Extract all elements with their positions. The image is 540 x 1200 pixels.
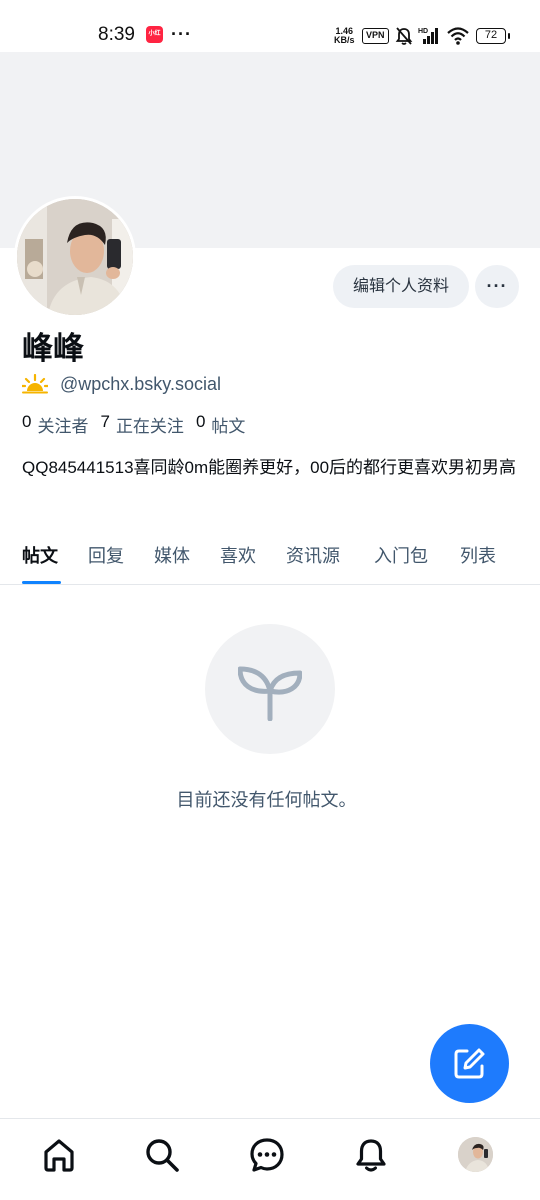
tab-media[interactable]: 媒体 — [154, 542, 190, 568]
followers-count[interactable]: 0 — [22, 412, 31, 437]
profile-stats: 0 关注者 7 正在关注 0 帖文 — [22, 412, 257, 437]
tab-starter-packs[interactable]: 入门包 — [374, 542, 428, 568]
empty-state-illustration — [205, 624, 335, 754]
svg-text:HD: HD — [418, 28, 428, 35]
signal-icon: HD — [418, 28, 438, 44]
posts-count: 0 — [195, 412, 206, 431]
followers-label[interactable]: 关注者 — [37, 412, 88, 437]
mute-bell-icon — [395, 27, 413, 45]
wifi-icon — [447, 27, 469, 45]
empty-state-text: 目前还没有任何帖文。 — [176, 790, 357, 810]
sprout-icon — [238, 666, 302, 721]
edit-profile-button[interactable]: 编辑个人资料 — [333, 265, 469, 308]
network-speed-unit: KB/s — [334, 35, 355, 45]
bell-icon[interactable] — [353, 1137, 389, 1173]
posts-label: 帖文 — [211, 417, 246, 436]
active-tab-indicator — [22, 581, 61, 584]
compose-icon — [454, 1048, 485, 1079]
network-speed: 1.46 KB/s — [334, 27, 355, 45]
more-options-button[interactable]: ··· — [475, 265, 519, 308]
following-label[interactable]: 正在关注 — [116, 412, 184, 437]
home-icon[interactable] — [41, 1137, 77, 1173]
profile-bio: QQ845441513喜同龄0m能圈养更好，00后的都行更喜欢男初男高 — [22, 458, 517, 477]
tab-likes[interactable]: 喜欢 — [220, 542, 256, 568]
battery-icon: 72 — [476, 28, 510, 44]
profile-tab-avatar[interactable] — [458, 1137, 493, 1172]
tab-lists[interactable]: 列表 — [460, 542, 496, 568]
profile-tabs: 帖文 回复 媒体 喜欢 资讯源 入门包 列表 — [0, 530, 540, 585]
bottom-navigation — [0, 1118, 540, 1200]
avatar-thumbnail — [458, 1137, 493, 1172]
profile-avatar[interactable] — [14, 196, 136, 318]
vpn-icon: VPN — [362, 28, 389, 44]
sunrise-emoji-icon — [22, 374, 48, 394]
profile-handle[interactable]: @wpchx.bsky.social — [60, 374, 221, 395]
xiaohongshu-app-icon: 小红书 — [146, 26, 163, 54]
compose-post-button[interactable] — [430, 1024, 509, 1103]
avatar-photo — [17, 199, 133, 315]
following-count[interactable]: 7 — [100, 412, 109, 437]
tab-feeds[interactable]: 资讯源 — [286, 542, 340, 568]
search-icon[interactable] — [144, 1137, 180, 1173]
tab-replies[interactable]: 回复 — [88, 542, 124, 568]
display-name: 峰峰 — [22, 331, 84, 366]
status-bar: 8:39 小红书 ··· 1.46 KB/s VPN HD 72 — [0, 0, 540, 54]
more-notifications-icon: ··· — [171, 24, 192, 44]
tab-posts[interactable]: 帖文 — [22, 542, 58, 568]
handle-row: @wpchx.bsky.social — [22, 371, 221, 397]
status-time: 8:39 — [98, 24, 135, 45]
chat-icon[interactable] — [249, 1137, 285, 1173]
